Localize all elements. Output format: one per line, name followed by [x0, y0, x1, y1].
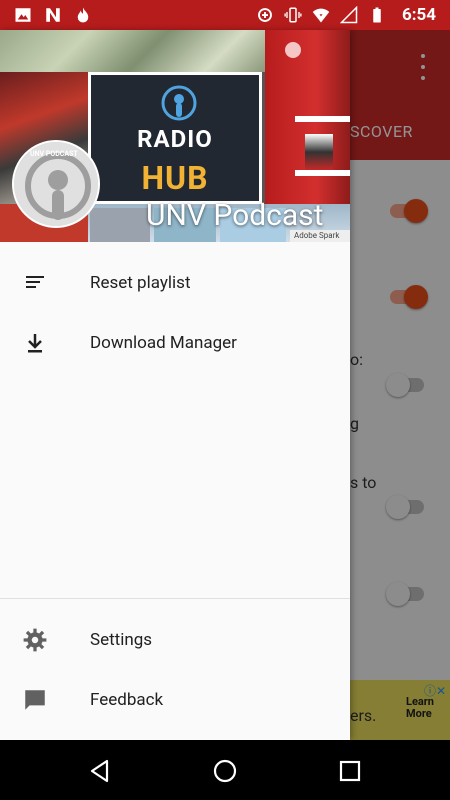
menu-item-feedback[interactable]: Feedback [0, 670, 350, 730]
status-bar: 6:54 [0, 0, 450, 30]
wifi-icon [312, 8, 330, 23]
menu-item-label: Feedback [90, 690, 164, 710]
radio-hub-line2: HUB [141, 159, 209, 197]
menu-item-reset-playlist[interactable]: Reset playlist [0, 253, 350, 313]
feedback-icon [25, 690, 45, 710]
n-news-icon [46, 8, 60, 22]
avatar-label: UNV PODCAST [30, 150, 78, 158]
gear-icon [23, 628, 47, 652]
drawer-header: RADIO HUB UNV PODCAST UNV Podcast Adobe … [0, 30, 350, 242]
podcast-mic-icon [161, 85, 197, 121]
system-nav-bar [0, 740, 450, 800]
navigation-drawer: RADIO HUB UNV PODCAST UNV Podcast Adobe … [0, 30, 350, 740]
podcast-title: UNV Podcast [146, 198, 324, 233]
data-saver-icon [258, 8, 272, 22]
playlist-icon [26, 276, 44, 288]
download-icon [28, 334, 42, 353]
header-image-room [265, 30, 350, 204]
recents-icon[interactable] [337, 758, 363, 784]
home-icon[interactable] [212, 758, 238, 784]
signal-icon [339, 6, 358, 24]
image-icon [15, 8, 31, 22]
menu-item-label: Reset playlist [90, 273, 191, 293]
menu-item-settings[interactable]: Settings [0, 610, 350, 670]
menu-item-label: Download Manager [90, 333, 237, 353]
back-icon[interactable] [87, 758, 113, 784]
header-image-money [0, 30, 265, 72]
battery-icon [373, 7, 381, 23]
radio-hub-line1: RADIO [137, 125, 213, 153]
adobe-spark-credit: Adobe Spark [290, 230, 350, 242]
menu-item-download-manager[interactable]: Download Manager [0, 313, 350, 373]
menu-item-label: Settings [90, 630, 153, 650]
flame-icon [77, 7, 89, 23]
drawer-divider [0, 598, 350, 599]
clock: 6:54 [401, 5, 436, 25]
header-image-radio-hub: RADIO HUB [88, 72, 262, 204]
vibrate-icon [284, 7, 302, 23]
